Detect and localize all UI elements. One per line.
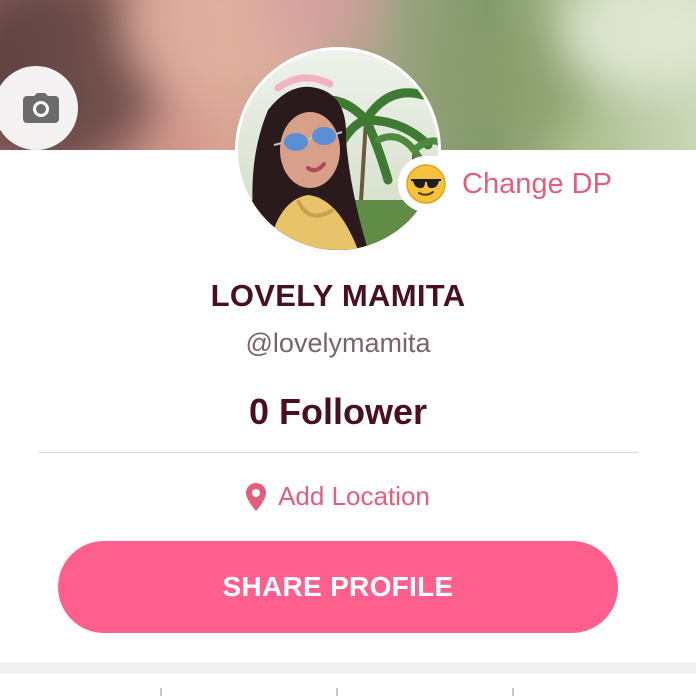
tab-divider bbox=[512, 688, 514, 696]
tab-divider bbox=[160, 688, 162, 696]
next-section-edge bbox=[0, 674, 696, 696]
share-profile-label: SHARE PROFILE bbox=[222, 571, 454, 602]
change-dp-button[interactable]: Change DP bbox=[398, 156, 624, 212]
divider bbox=[38, 452, 638, 453]
tab-divider bbox=[336, 688, 338, 696]
add-location-button[interactable]: Add Location bbox=[0, 481, 676, 512]
follower-count[interactable]: 0 Follower bbox=[0, 391, 676, 433]
location-pin-icon bbox=[246, 482, 267, 511]
profile-handle: @lovelymamita bbox=[245, 328, 431, 358]
share-profile-button[interactable]: SHARE PROFILE bbox=[58, 541, 618, 633]
sunglasses-emoji-icon bbox=[406, 164, 446, 204]
profile-card: Change DP LOVELY MAMITA @lovelymamita 0 … bbox=[0, 50, 696, 662]
camera-icon bbox=[23, 93, 59, 123]
bottom-separator bbox=[0, 662, 696, 696]
profile-screen: Change DP LOVELY MAMITA @lovelymamita 0 … bbox=[0, 0, 696, 696]
change-dp-label: Change DP bbox=[462, 167, 612, 200]
profile-avatar[interactable] bbox=[238, 50, 438, 250]
profile-name: LOVELY MAMITA bbox=[210, 278, 466, 313]
add-location-label: Add Location bbox=[278, 481, 430, 511]
profile-photo bbox=[238, 50, 438, 250]
